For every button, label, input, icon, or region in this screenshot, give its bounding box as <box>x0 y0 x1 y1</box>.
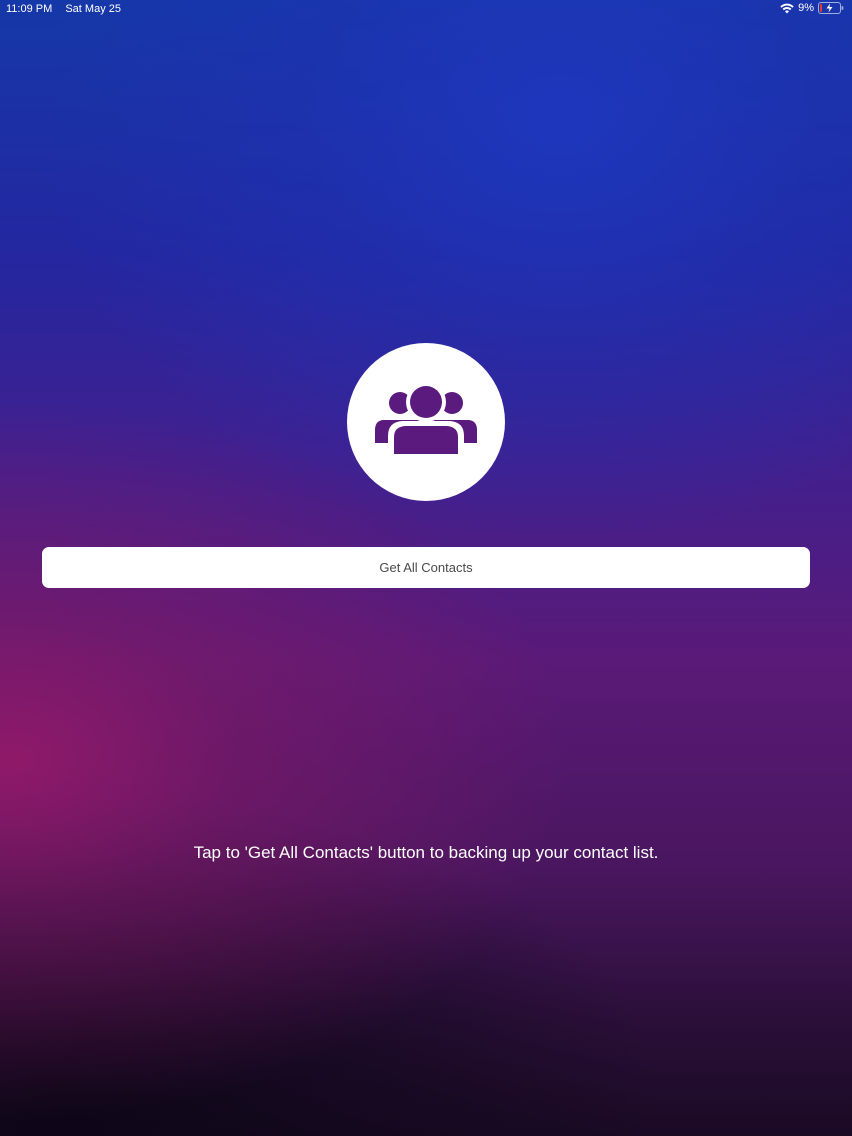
status-bar-right: 9% <box>780 2 844 14</box>
instruction-text: Tap to 'Get All Contacts' button to back… <box>193 843 659 862</box>
contacts-group-icon <box>375 384 477 460</box>
status-bar-left: 11:09 PM Sat May 25 <box>6 3 121 15</box>
battery-charging-icon <box>818 2 844 14</box>
battery-percent: 9% <box>798 2 814 14</box>
status-bar: 11:09 PM Sat May 25 9% <box>0 0 852 18</box>
status-time: 11:09 PM <box>6 3 53 15</box>
get-all-contacts-button[interactable]: Get All Contacts <box>42 547 810 588</box>
contacts-avatar-circle <box>347 343 505 501</box>
status-date: Sat May 25 <box>65 3 121 15</box>
wifi-icon <box>780 3 794 13</box>
